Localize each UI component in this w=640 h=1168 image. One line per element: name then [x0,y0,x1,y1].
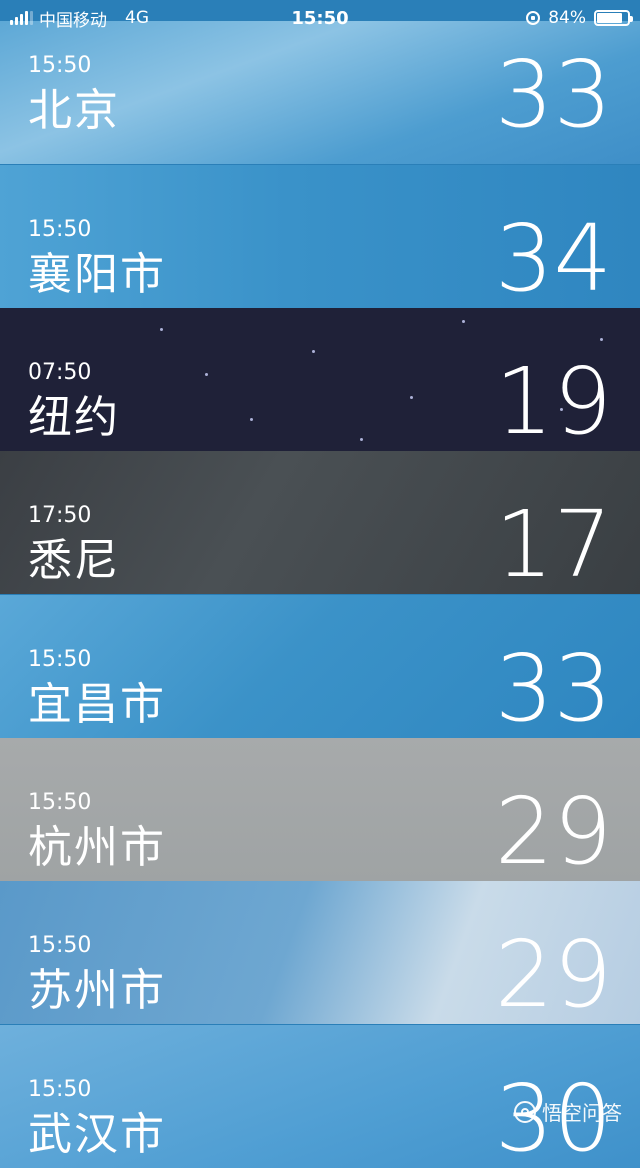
city-temperature: 33 [494,41,612,148]
city-row-suzhou[interactable]: 15:50 苏州市 29 [0,881,640,1024]
orientation-lock-icon [526,11,541,25]
city-temperature: 34 [494,205,612,309]
city-time: 15:50 [28,1077,92,1102]
watermark-text: 悟空问答 [542,1101,622,1125]
city-time: 15:50 [28,790,92,815]
status-bar: 中国移动 4G 15:50 84% [0,0,640,36]
city-row-newyork[interactable]: 07:50 纽约 19 [0,308,640,451]
city-temperature: 29 [494,921,612,1025]
city-row-yichang[interactable]: 15:50 宜昌市 33 [0,595,640,738]
city-name: 纽约 [28,392,120,443]
city-temperature: 29 [494,778,612,882]
city-name: 北京 [28,85,120,136]
city-name: 悉尼 [28,535,120,586]
watermark: 悟空问答 [514,1097,622,1126]
city-name: 杭州市 [28,822,166,873]
city-row-beijing[interactable]: 15:50 北京 33 [0,21,640,164]
battery-percent: 84% [548,8,586,28]
city-time: 17:50 [28,503,92,528]
city-name: 武汉市 [28,1109,166,1160]
city-time: 15:50 [28,53,92,78]
city-temperature: 19 [494,348,612,452]
city-row-xiangyang[interactable]: 15:50 襄阳市 34 [0,165,640,308]
status-right: 84% [526,8,633,28]
city-row-hangzhou[interactable]: 15:50 杭州市 29 [0,738,640,881]
city-time: 15:50 [28,933,92,958]
wukong-logo-icon [514,1100,536,1123]
battery-icon [594,10,633,26]
battery-fill [597,13,623,23]
city-time: 15:50 [28,217,92,242]
city-temperature: 17 [494,491,612,595]
city-time: 15:50 [28,647,92,672]
city-name: 宜昌市 [28,679,166,730]
city-name: 襄阳市 [28,249,166,300]
city-time: 07:50 [28,360,92,385]
city-row-sydney[interactable]: 17:50 悉尼 17 [0,451,640,594]
city-name: 苏州市 [28,965,166,1016]
city-temperature: 33 [494,635,612,739]
